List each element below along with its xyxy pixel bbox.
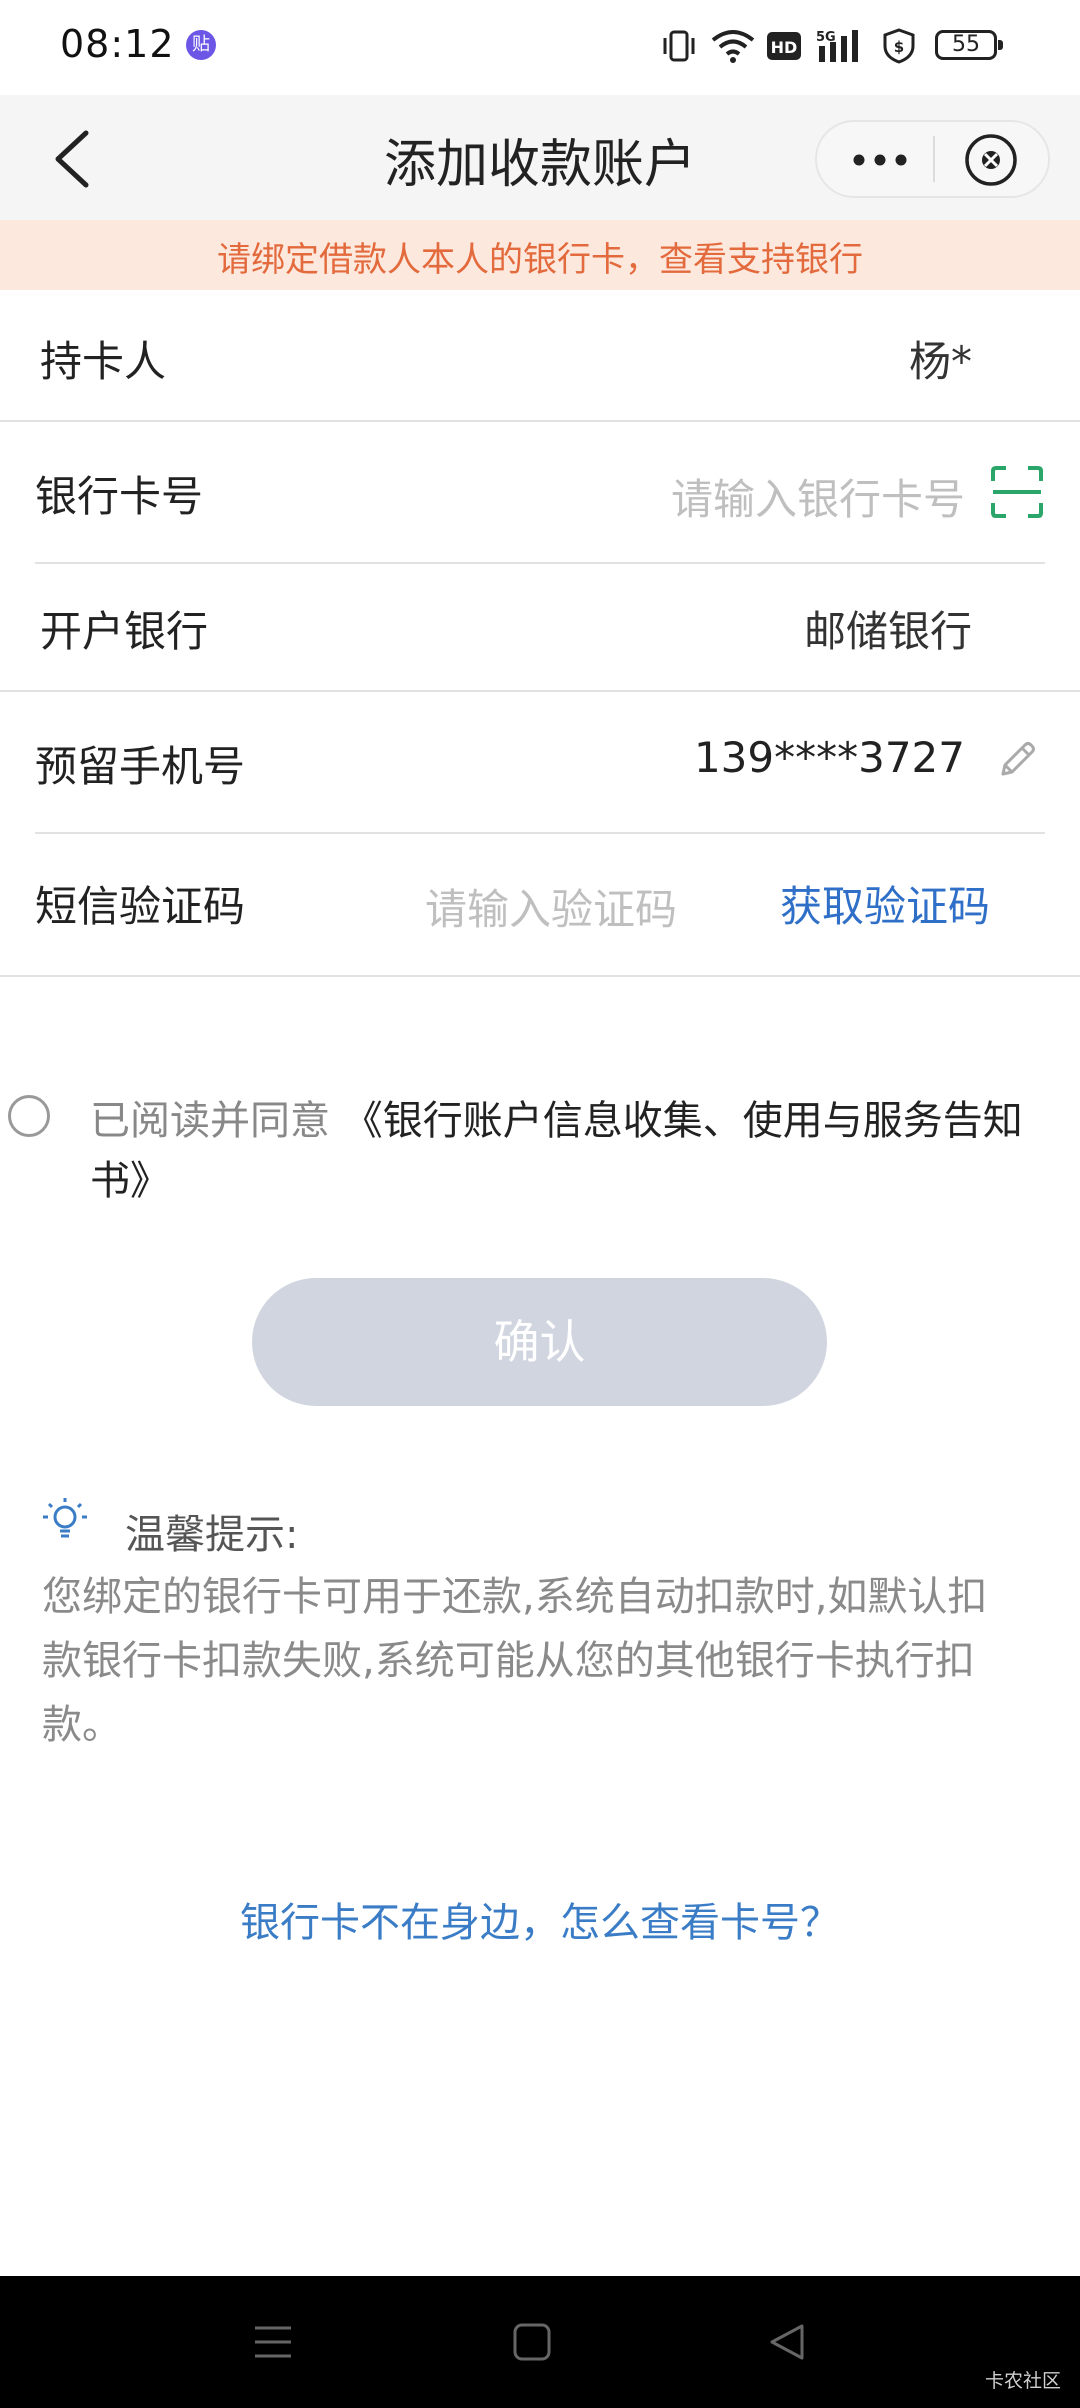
tip-body: 您绑定的银行卡可用于还款,系统自动扣款时,如默认扣款银行卡扣款失败,系统可能从您… [42,1574,988,1748]
status-time: 08:12 [60,22,175,66]
agreement-text: 已阅读并同意 《银行账户信息收集、使用与服务告知 [90,1088,1023,1146]
bank-value[interactable]: 邮储银行 [700,598,972,659]
recent-apps-icon[interactable] [253,2322,293,2362]
lightbulb-icon [43,1498,87,1538]
agreement-prefix: 已阅读并同意 [90,1098,330,1144]
close-mini-program-icon[interactable] [963,132,1019,188]
vibrate-icon [663,30,695,62]
sms-code-input[interactable]: 请输入验证码 [425,876,677,937]
phone-label: 预留手机号 [35,742,246,791]
battery-icon: 55 [935,30,1003,60]
capsule-divider [933,136,935,182]
phone-value: 139****3727 [693,733,965,782]
row-divider [0,975,1080,977]
agreement-radio[interactable] [8,1095,50,1137]
holder-label: 持卡人 [40,337,167,386]
card-number-help-link[interactable]: 银行卡不在身边，怎么查看卡号？ [0,1890,1080,1948]
hd-icon: HD [767,32,801,60]
shield-icon: $ [883,28,915,64]
agreement-link-continued[interactable]: 书》 [90,1148,170,1206]
holder-value: 杨* [908,337,972,386]
sms-code-label: 短信验证码 [35,882,246,931]
tip-title: 温馨提示: [125,1512,299,1558]
edit-pencil-icon[interactable] [995,738,1039,782]
row-divider [0,420,1080,422]
row-divider [0,690,1080,692]
notice-text[interactable]: 请绑定借款人本人的银行卡，查看支持银行 [0,232,1080,281]
row-divider [35,562,1045,564]
home-icon[interactable] [512,2322,552,2362]
svg-text:$: $ [894,38,904,56]
card-number-label: 银行卡号 [35,472,204,521]
watermark: 卡农社区 [985,2370,1062,2392]
get-code-button[interactable]: 获取验证码 [780,873,990,934]
agreement-link[interactable]: 《银行账户信息收集、使用与服务告知 [343,1098,1023,1144]
card-number-input[interactable]: 请输入银行卡号 [640,466,965,527]
wifi-icon [711,30,755,63]
svg-text:HD: HD [771,38,798,57]
system-back-icon[interactable] [768,2322,808,2362]
signal-5g-icon: 5G [816,30,858,62]
more-icon[interactable] [845,140,915,180]
confirm-button[interactable]: 确认 [252,1278,827,1406]
scan-card-icon[interactable] [990,465,1044,519]
row-divider [35,832,1045,834]
bank-label: 开户银行 [40,607,209,656]
app-notification-icon: 贴 [186,30,216,60]
